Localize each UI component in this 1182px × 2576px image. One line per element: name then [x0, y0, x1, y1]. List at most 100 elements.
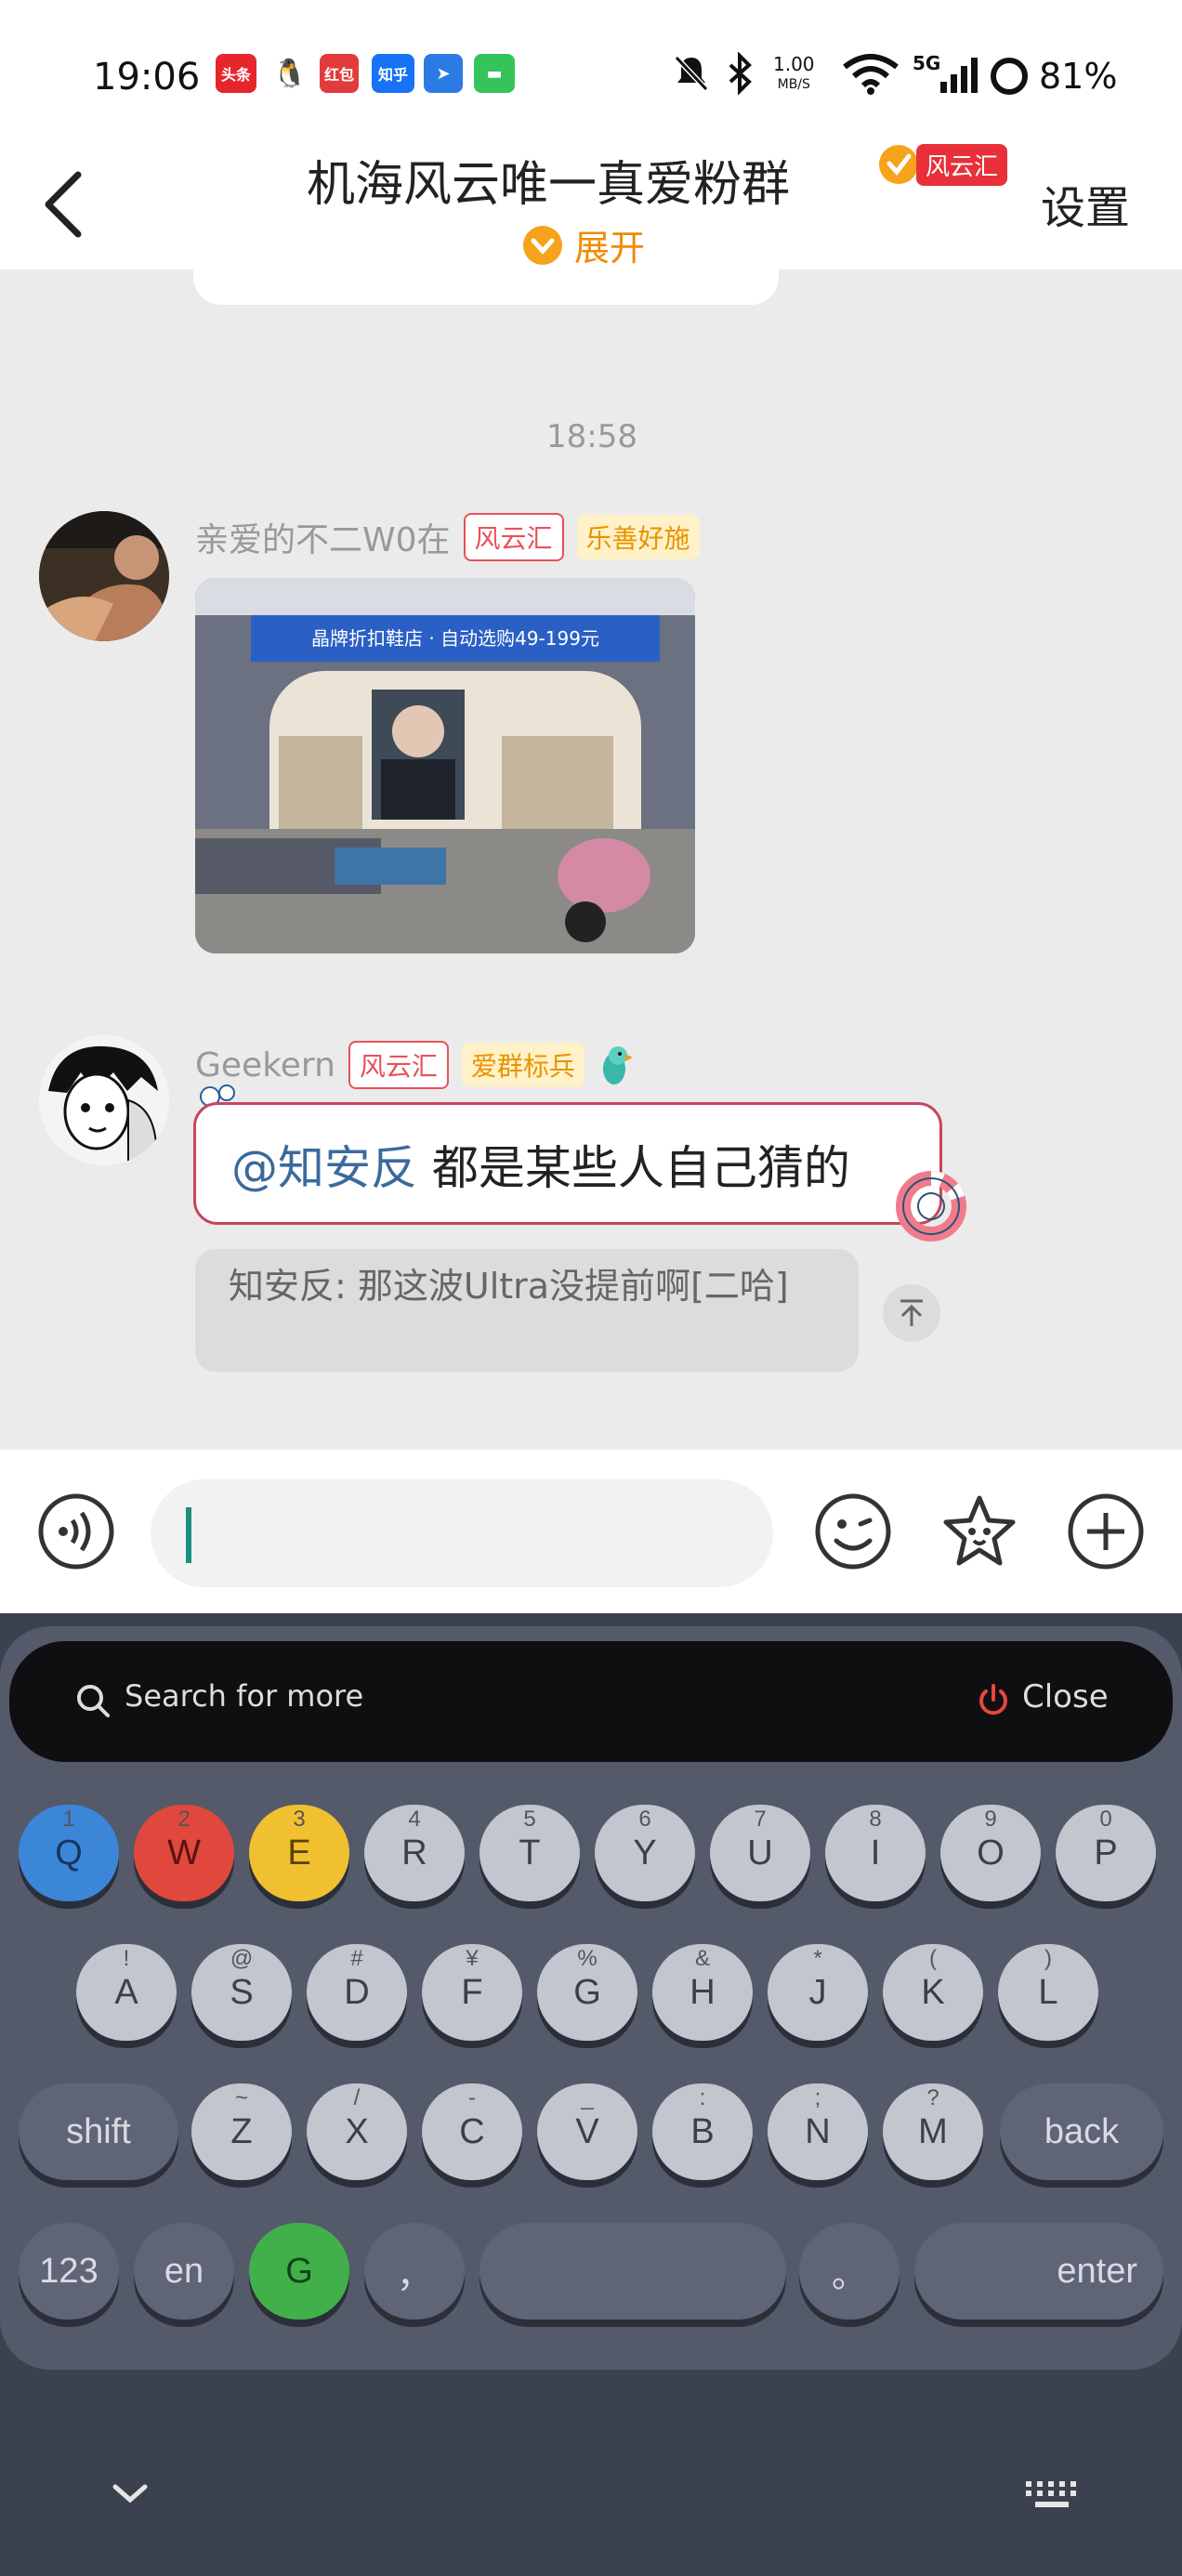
- chat-area[interactable]: 18:58 亲爱的不二W0在 风云汇 乐善好施 晶牌折扣鞋店 · 自动选购49-…: [0, 269, 1182, 1450]
- key-g-shortcut[interactable]: G: [249, 2223, 349, 2320]
- swim-ring-icon: [896, 1171, 966, 1242]
- key-w[interactable]: 2W: [134, 1805, 234, 1901]
- key-l[interactable]: ) L: [998, 1944, 1098, 2041]
- key-period[interactable]: 。: [799, 2223, 900, 2320]
- key-z[interactable]: ~ Z: [191, 2083, 292, 2180]
- signal-label: 5G: [913, 52, 941, 74]
- member-tag: 风云汇: [463, 513, 564, 561]
- parrot-icon: [602, 1046, 633, 1084]
- sender-name[interactable]: 亲爱的不二W0在: [195, 513, 451, 561]
- key-language[interactable]: en: [134, 2223, 234, 2320]
- key-n[interactable]: ; N: [768, 2083, 868, 2180]
- message-header: Geekern 风云汇 爱群标兵: [195, 1041, 635, 1089]
- member-tag: 风云汇: [348, 1041, 449, 1089]
- key-backspace[interactable]: back: [1000, 2083, 1163, 2180]
- key-a[interactable]: ! A: [76, 1944, 177, 2041]
- avatar[interactable]: [39, 511, 169, 641]
- message-header: 亲爱的不二W0在 风云汇 乐善好施: [195, 513, 700, 561]
- expand-label: 展开: [574, 228, 646, 269]
- wifi-icon: [843, 54, 899, 95]
- key-g[interactable]: % G: [537, 1944, 637, 2041]
- sticker-star-icon[interactable]: [940, 1492, 1018, 1571]
- chat-header: 机海风云唯一真爱粉群 风云汇 展开 设置: [0, 139, 1182, 269]
- key-o[interactable]: 9O: [940, 1805, 1041, 1901]
- battery-percent: 81%: [1039, 56, 1118, 97]
- key-d[interactable]: # D: [307, 1944, 407, 2041]
- key-h[interactable]: & H: [652, 1944, 753, 2041]
- key-x[interactable]: / X: [307, 2083, 407, 2180]
- group-title[interactable]: 机海风云唯一真爱粉群: [307, 145, 790, 215]
- key-u[interactable]: 7U: [710, 1805, 810, 1901]
- time-divider: 18:58: [546, 418, 637, 455]
- image-message[interactable]: 晶牌折扣鞋店 · 自动选购49-199元: [195, 578, 695, 953]
- emoji-icon[interactable]: [814, 1492, 892, 1571]
- store-sign-text: 晶牌折扣鞋店 · 自动选购49-199元: [311, 627, 599, 650]
- key-c[interactable]: -C: [422, 2083, 522, 2180]
- settings-button[interactable]: 设置: [1041, 171, 1130, 236]
- net-speed: 1.00 MB/S: [773, 53, 815, 92]
- key-comma[interactable]: ，: [364, 2223, 465, 2320]
- hide-keyboard-icon[interactable]: [102, 2476, 158, 2513]
- close-keyboard-search[interactable]: Close: [1022, 1678, 1109, 1715]
- key-p[interactable]: 0P: [1056, 1805, 1156, 1901]
- title-tag: 爱群标兵: [461, 1043, 584, 1087]
- keyboard-switch-icon[interactable]: [1022, 2476, 1082, 2513]
- message-body: 都是某些人自己猜的: [431, 1141, 850, 1195]
- search-icon: [77, 1685, 110, 1717]
- jump-to-quote-button[interactable]: [883, 1284, 940, 1342]
- key-y[interactable]: 6Y: [595, 1805, 695, 1901]
- chevron-down-circle-icon: [523, 225, 562, 265]
- previous-message-bubble: [193, 269, 779, 305]
- bluetooth-icon: [729, 52, 752, 95]
- message-text: @知安反 都是某些人自己猜的: [231, 1131, 850, 1198]
- key-s[interactable]: @ S: [191, 1944, 292, 2041]
- sender-name[interactable]: Geekern: [195, 1046, 335, 1084]
- key-f[interactable]: ¥ F: [422, 1944, 522, 2041]
- group-badge-label: 风云汇: [916, 143, 1008, 186]
- quote-text: 知安反: 那这波Ultra没提前啊[二哈]: [229, 1266, 789, 1307]
- text-message-bubble[interactable]: @知安反 都是某些人自己猜的: [193, 1102, 942, 1225]
- text-cursor: [186, 1507, 191, 1563]
- key-enter[interactable]: enter: [914, 2223, 1163, 2320]
- key-m[interactable]: ? M: [883, 2083, 983, 2180]
- key-shift[interactable]: shift: [19, 2083, 178, 2180]
- voice-input-icon[interactable]: [37, 1492, 115, 1571]
- dingtalk-icon: ➤: [424, 54, 463, 93]
- key-v[interactable]: _ V: [537, 2083, 637, 2180]
- key-t[interactable]: 5T: [479, 1805, 580, 1901]
- signal-icon: [940, 58, 978, 93]
- status-bar: 19:06 头条 🐧 红包 知乎 ➤ ▬ 1.00 MB/S 5G 81%: [0, 0, 1182, 139]
- mute-bell-icon: [674, 55, 709, 92]
- battery-ring-icon: [991, 58, 1028, 95]
- key-i[interactable]: 8I: [825, 1805, 926, 1901]
- keyboard-search-bar[interactable]: Search for more Close: [9, 1641, 1173, 1762]
- input-bar: [0, 1450, 1182, 1613]
- power-icon: [979, 1684, 1007, 1715]
- store-photo: 晶牌折扣鞋店 · 自动选购49-199元: [195, 578, 695, 953]
- title-tag: 乐善好施: [576, 515, 700, 559]
- keyboard-panel: Search for more Close 1Q 2W 3E 4R 5T 6Y …: [0, 1626, 1182, 2370]
- message-input[interactable]: [151, 1479, 773, 1587]
- red-packet-icon: 红包: [320, 54, 359, 93]
- key-r[interactable]: 4R: [364, 1805, 465, 1901]
- back-arrow-icon[interactable]: [37, 167, 89, 242]
- arrow-to-top-icon: [900, 1299, 923, 1326]
- key-j[interactable]: * J: [768, 1944, 868, 2041]
- mention-link[interactable]: @知安反: [231, 1141, 417, 1195]
- add-more-icon[interactable]: [1067, 1492, 1145, 1571]
- key-e[interactable]: 3E: [249, 1805, 349, 1901]
- messages-icon: ▬: [474, 54, 515, 93]
- toutiao-icon: 头条: [216, 54, 256, 93]
- key-numbers[interactable]: 123: [19, 2223, 119, 2320]
- key-k[interactable]: (K: [883, 1944, 983, 2041]
- qq-icon: 🐧: [271, 54, 309, 93]
- soft-keyboard: Search for more Close 1Q 2W 3E 4R 5T 6Y …: [0, 1613, 1182, 2576]
- expand-toggle[interactable]: 展开: [522, 219, 645, 270]
- quoted-message[interactable]: 知安反: 那这波Ultra没提前啊[二哈]: [195, 1249, 859, 1372]
- key-q[interactable]: 1Q: [19, 1805, 119, 1901]
- key-b[interactable]: :B: [652, 2083, 753, 2180]
- group-badge: 风云汇: [877, 143, 1008, 186]
- avatar-manga: [39, 1035, 169, 1165]
- avatar[interactable]: [39, 1035, 169, 1165]
- key-space[interactable]: [479, 2223, 786, 2320]
